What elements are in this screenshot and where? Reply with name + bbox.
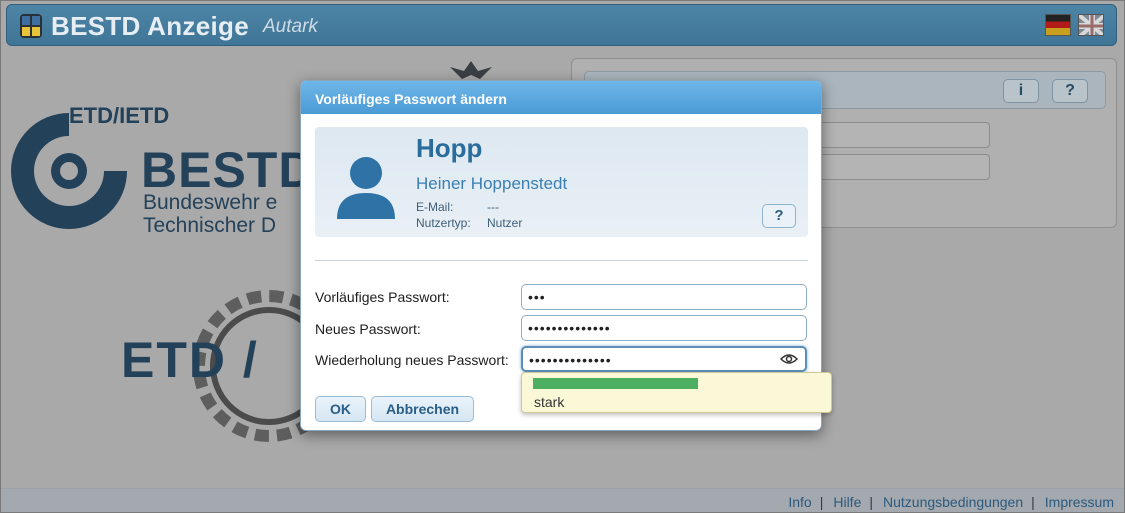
etd-large-label: ETD / (121, 332, 259, 388)
show-password-eye-icon[interactable] (780, 353, 798, 365)
footer-link-nutzungsbedingungen[interactable]: Nutzungsbedingungen (883, 494, 1023, 510)
repeat-password-input[interactable]: •••••••••••••• (521, 346, 807, 372)
password-strength-text: stark (534, 394, 565, 410)
dialog-help-button[interactable]: ? (762, 204, 796, 228)
email-label: E-Mail: (416, 200, 454, 214)
app-subtitle: Autark (263, 16, 318, 37)
bundeswehr-label: Bundeswehr e (143, 191, 278, 214)
email-value: --- (487, 200, 499, 214)
footer-separator: | (819, 494, 824, 510)
footer-link-info[interactable]: Info (788, 494, 811, 510)
user-type-value: Nutzer (487, 216, 523, 230)
footer: Info | Hilfe | Nutzungsbedingungen | Imp… (1, 488, 1124, 512)
info-button[interactable]: i (1003, 79, 1039, 103)
user-full-name: Heiner Hoppenstedt (416, 174, 568, 193)
german-flag-icon[interactable] (1045, 14, 1071, 36)
new-password-input[interactable]: •••••••••••••• (521, 315, 807, 341)
app-header: BESTD Anzeige Autark (6, 4, 1117, 46)
etd-ietd-label: ETD/IETD (69, 103, 170, 128)
temp-password-label: Vorläufiges Passwort: (315, 289, 450, 305)
technischer-label: Technischer D (143, 214, 277, 237)
password-field[interactable] (812, 154, 990, 180)
user-avatar-icon (337, 157, 395, 219)
footer-separator: | (1031, 494, 1035, 510)
app-title: BESTD Anzeige (51, 11, 249, 41)
footer-link-impressum[interactable]: Impressum (1045, 494, 1114, 510)
password-strength-popup: stark (521, 372, 832, 413)
user-short-name: Hopp (416, 133, 483, 163)
temp-password-input[interactable]: ••• (521, 284, 807, 310)
app-logo-icon (20, 14, 42, 38)
new-password-label: Neues Passwort: (315, 321, 421, 337)
repeat-password-label: Wiederholung neues Passwort: (315, 352, 509, 368)
footer-separator: | (869, 494, 873, 510)
repeat-password-value: •••••••••••••• (529, 352, 612, 368)
username-field[interactable] (812, 122, 990, 148)
app-window: BESTD Anzeige Autark ETD/IETD BESTD Bund… (0, 0, 1125, 513)
user-type-label: Nutzertyp: (416, 216, 471, 230)
password-strength-bar (533, 378, 698, 389)
footer-link-hilfe[interactable]: Hilfe (833, 494, 861, 510)
ok-button[interactable]: OK (315, 396, 366, 422)
divider (315, 260, 808, 261)
help-button[interactable]: ? (1052, 79, 1088, 103)
user-card: Hopp Heiner Hoppenstedt E-Mail: --- Nutz… (315, 127, 808, 237)
cancel-button[interactable]: Abbrechen (371, 396, 474, 422)
uk-flag-icon[interactable] (1078, 14, 1104, 36)
dialog-title: Vorläufiges Passwort ändern (301, 81, 821, 114)
